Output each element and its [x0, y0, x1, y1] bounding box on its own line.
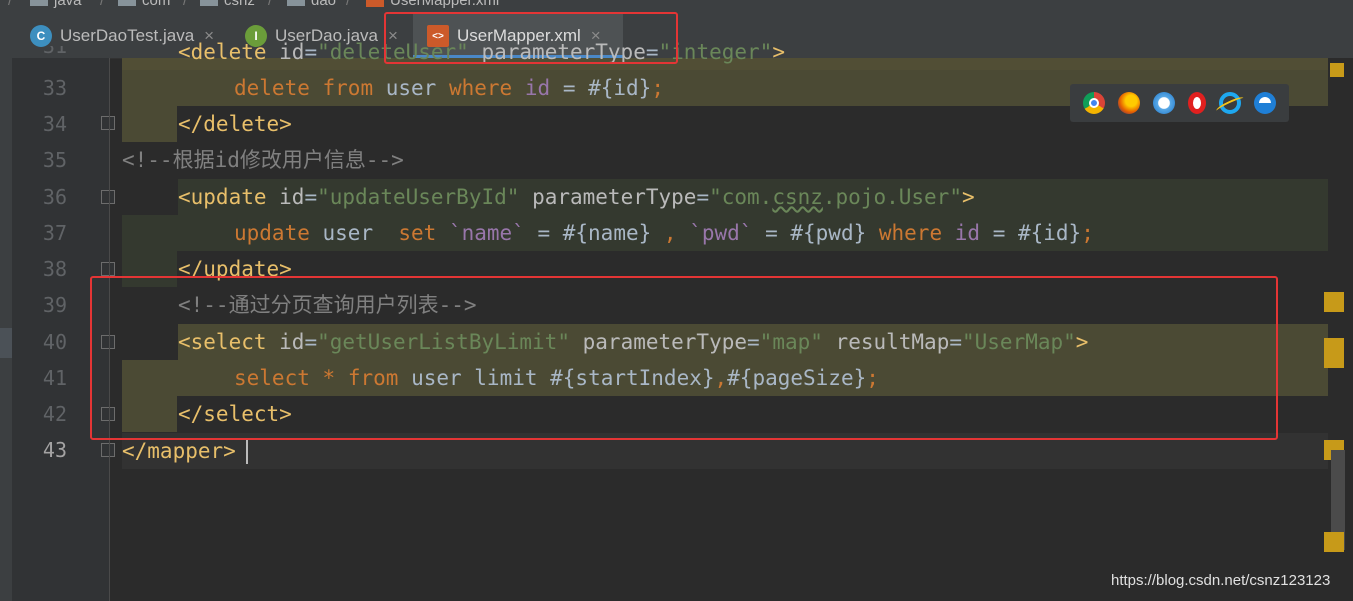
line-number: 39 [42, 293, 67, 317]
line-number: 41 [42, 366, 67, 390]
breadcrumb-separator: / [183, 0, 188, 9]
line-number: 38 [42, 257, 67, 281]
tool-strip-marker [0, 328, 12, 358]
line-number: 31 [42, 46, 67, 58]
line-number: 34 [42, 112, 67, 136]
code-line-37: update user set `name` = #{name} , `pwd`… [234, 221, 1094, 245]
firefox-icon[interactable] [1117, 92, 1140, 114]
code-line-36: <update id="updateUserById" parameterTyp… [178, 185, 975, 209]
watermark: https://blog.csdn.net/csnz123123 [1111, 572, 1331, 589]
open-in-browser-popup [1070, 84, 1289, 122]
annotation-box-select [90, 276, 1278, 440]
folder-icon [30, 0, 48, 7]
opera-icon[interactable] [1188, 92, 1207, 114]
code-line-35: <!--根据id修改用户信息--> [122, 148, 404, 172]
warning-marker[interactable] [1324, 350, 1344, 368]
line-number: 40 [42, 330, 67, 354]
tab-label: UserDaoTest.java [60, 26, 195, 45]
line-number: 33 [42, 76, 67, 100]
folder-icon [287, 0, 305, 7]
breadcrumb-separator: / [100, 0, 105, 9]
xml-file-icon [366, 0, 384, 8]
safari-icon[interactable] [1152, 92, 1175, 114]
breadcrumb-item-file[interactable]: UserMapper.xml [366, 0, 499, 9]
warning-marker[interactable] [1324, 532, 1344, 552]
code-line-33: delete from user where id = #{id}; [234, 76, 664, 100]
breadcrumb-item-csnz[interactable]: csnz [200, 0, 255, 9]
breadcrumb-item-dao[interactable]: dao [287, 0, 336, 9]
breadcrumb-separator: / [8, 0, 13, 9]
folder-icon [118, 0, 136, 7]
folder-icon [200, 0, 218, 7]
chrome-icon[interactable] [1082, 92, 1105, 114]
warning-marker[interactable] [1330, 63, 1344, 77]
breadcrumb-item-com[interactable]: com [118, 0, 170, 9]
line-number: 42 [42, 402, 67, 426]
line-number: 35 [42, 148, 67, 172]
code-line-34: </delete> [178, 112, 292, 136]
line-number: 37 [42, 221, 67, 245]
line-highlight [122, 106, 177, 142]
line-number: 36 [42, 185, 67, 209]
breadcrumb-item-java[interactable]: java [30, 0, 82, 9]
internet-explorer-icon[interactable] [1215, 92, 1246, 115]
text-cursor [246, 438, 248, 464]
edge-icon[interactable] [1254, 92, 1277, 114]
left-tool-strip [0, 58, 12, 601]
java-test-class-icon: C [30, 25, 52, 47]
annotation-box-tab [384, 12, 678, 64]
line-number-current: 43 [42, 438, 67, 462]
warning-marker[interactable] [1324, 292, 1344, 312]
breadcrumb-separator: / [346, 0, 351, 9]
breadcrumb-separator: / [268, 0, 273, 9]
